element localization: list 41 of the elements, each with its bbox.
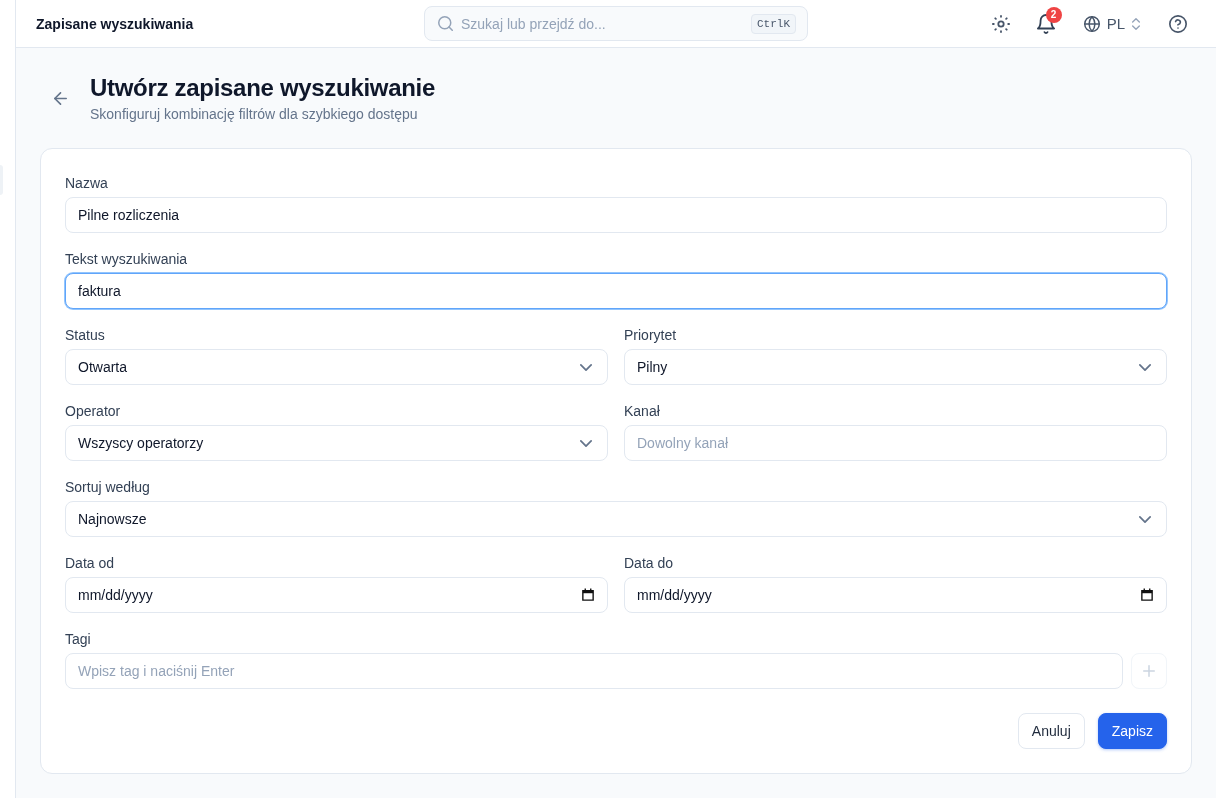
notification-count: 2 (1045, 6, 1062, 23)
plus-icon (1143, 665, 1155, 677)
chevron-down-icon (1139, 363, 1151, 371)
chevron-down-icon (580, 363, 592, 371)
text-input[interactable]: Dowolny kanał (624, 425, 1167, 461)
field-label: Kanał (624, 402, 661, 421)
globe-icon (1083, 15, 1100, 32)
field-label: Operator (65, 402, 122, 421)
date-input[interactable]: mm/dd/yyyy (65, 577, 608, 613)
field-label: Nazwa (65, 174, 109, 193)
chevrons-up-down-icon (1132, 17, 1140, 30)
app-title: Zapisane wyszukiwania (36, 15, 194, 32)
cancel-button[interactable]: Anuluj (1017, 713, 1085, 749)
field-label: Status (65, 326, 106, 345)
shortcut-key: CtrlK (751, 14, 796, 34)
text-input[interactable]: faktura (65, 273, 1167, 309)
date-input[interactable]: mm/dd/yyyy (624, 577, 1167, 613)
page-title: Utwórz zapisane wyszukiwanie (90, 73, 436, 103)
calendar-icon (1141, 588, 1153, 601)
tag-input[interactable]: Wpisz tag i naciśnij Enter (65, 653, 1123, 689)
dropdown[interactable]: Pilny (624, 349, 1167, 385)
dropdown[interactable]: Najnowsze (65, 501, 1167, 537)
dropdown[interactable]: Otwarta (65, 349, 608, 385)
sun-icon (991, 14, 1010, 33)
page-subtitle: Skonfiguruj kombinację filtrów dla szybkiego dostępu (90, 105, 419, 124)
search-icon (438, 16, 453, 31)
field-label: Tagi (65, 630, 92, 649)
notifications-button[interactable]: 2 (1027, 5, 1064, 42)
language-button[interactable]: PL (1075, 5, 1148, 42)
chevron-down-icon (580, 439, 592, 447)
chevron-down-icon (1139, 515, 1151, 523)
dropdown[interactable]: Wszyscy operatorzy (65, 425, 608, 461)
field-label: Data od (65, 554, 116, 573)
save-button[interactable]: Zapisz (1097, 713, 1167, 749)
text-input[interactable]: Pilne rozliczenia (65, 197, 1167, 233)
calendar-icon (582, 588, 594, 601)
field-label: Priorytet (624, 326, 678, 345)
field-label: Data do (624, 554, 675, 573)
field-label: Sortuj według (65, 478, 151, 497)
field-label: Tekst wyszukiwania (65, 250, 189, 269)
help-icon (1169, 14, 1187, 33)
